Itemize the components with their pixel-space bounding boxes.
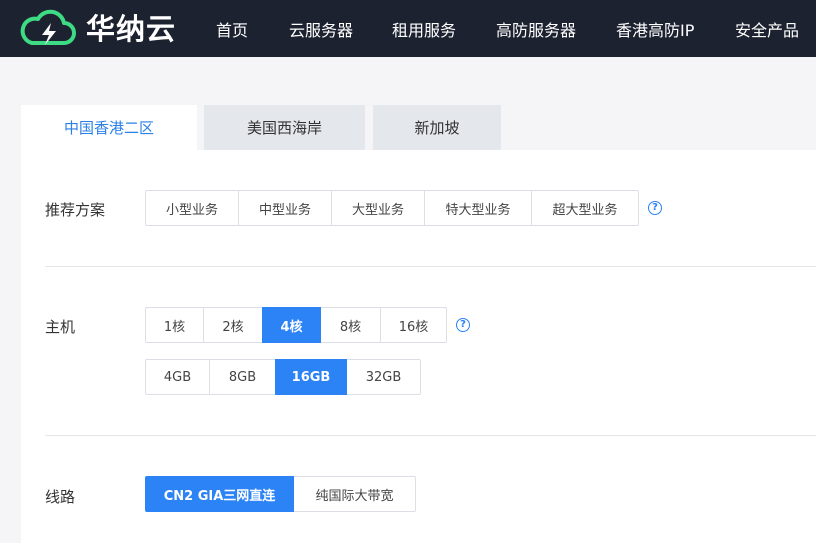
- divider: [45, 435, 816, 436]
- nav-item-cloud-server[interactable]: 云服务器: [289, 0, 353, 57]
- host-label: 主机: [45, 318, 76, 336]
- cpu-4-core-button[interactable]: 4核: [262, 307, 321, 343]
- nav-item-rental[interactable]: 租用服务: [392, 0, 456, 57]
- ram-options: 4GB 8GB 16GB 32GB: [145, 359, 421, 395]
- cpu-16-core-button[interactable]: 16核: [380, 307, 447, 343]
- top-navigation-bar: 华纳云 首页 云服务器 租用服务 高防服务器 香港高防IP 安全产品: [0, 0, 816, 57]
- ram-16gb-button[interactable]: 16GB: [275, 359, 347, 395]
- ram-8gb-button[interactable]: 8GB: [209, 359, 276, 395]
- plan-small-button[interactable]: 小型业务: [145, 190, 239, 226]
- question-circle-icon[interactable]: ?: [648, 201, 662, 215]
- plans-label: 推荐方案: [45, 201, 106, 219]
- plan-xxlarge-button[interactable]: 超大型业务: [531, 190, 639, 226]
- tab-hongkong-2[interactable]: 中国香港二区: [21, 105, 197, 150]
- nav-item-home[interactable]: 首页: [216, 0, 248, 57]
- line-options: CN2 GIA三网直连 纯国际大带宽: [145, 476, 416, 512]
- divider: [45, 266, 816, 267]
- cloud-lightning-icon: [20, 9, 76, 45]
- brand-name: 华纳云: [86, 12, 177, 46]
- nav-item-hk-ddos-ip[interactable]: 香港高防IP: [616, 0, 694, 57]
- line-cn2-gia-button[interactable]: CN2 GIA三网直连: [145, 476, 294, 512]
- cpu-8-core-button[interactable]: 8核: [320, 307, 381, 343]
- plan-xlarge-button[interactable]: 特大型业务: [424, 190, 532, 226]
- tab-singapore[interactable]: 新加坡: [373, 105, 501, 150]
- logo[interactable]: 华纳云: [18, 8, 176, 50]
- plan-options: 小型业务 中型业务 大型业务 特大型业务 超大型业务: [145, 190, 639, 226]
- question-circle-icon[interactable]: ?: [456, 318, 470, 332]
- nav-item-ddos-server[interactable]: 高防服务器: [496, 0, 576, 57]
- plan-medium-button[interactable]: 中型业务: [238, 190, 332, 226]
- ram-32gb-button[interactable]: 32GB: [346, 359, 421, 395]
- tab-us-west[interactable]: 美国西海岸: [204, 105, 365, 150]
- nav-item-security[interactable]: 安全产品: [735, 0, 799, 57]
- ram-4gb-button[interactable]: 4GB: [145, 359, 210, 395]
- cpu-1-core-button[interactable]: 1核: [145, 307, 204, 343]
- plan-large-button[interactable]: 大型业务: [331, 190, 425, 226]
- cpu-options: 1核 2核 4核 8核 16核: [145, 307, 447, 343]
- cpu-2-core-button[interactable]: 2核: [203, 307, 263, 343]
- line-intl-bandwidth-button[interactable]: 纯国际大带宽: [293, 476, 416, 512]
- line-label: 线路: [45, 488, 76, 506]
